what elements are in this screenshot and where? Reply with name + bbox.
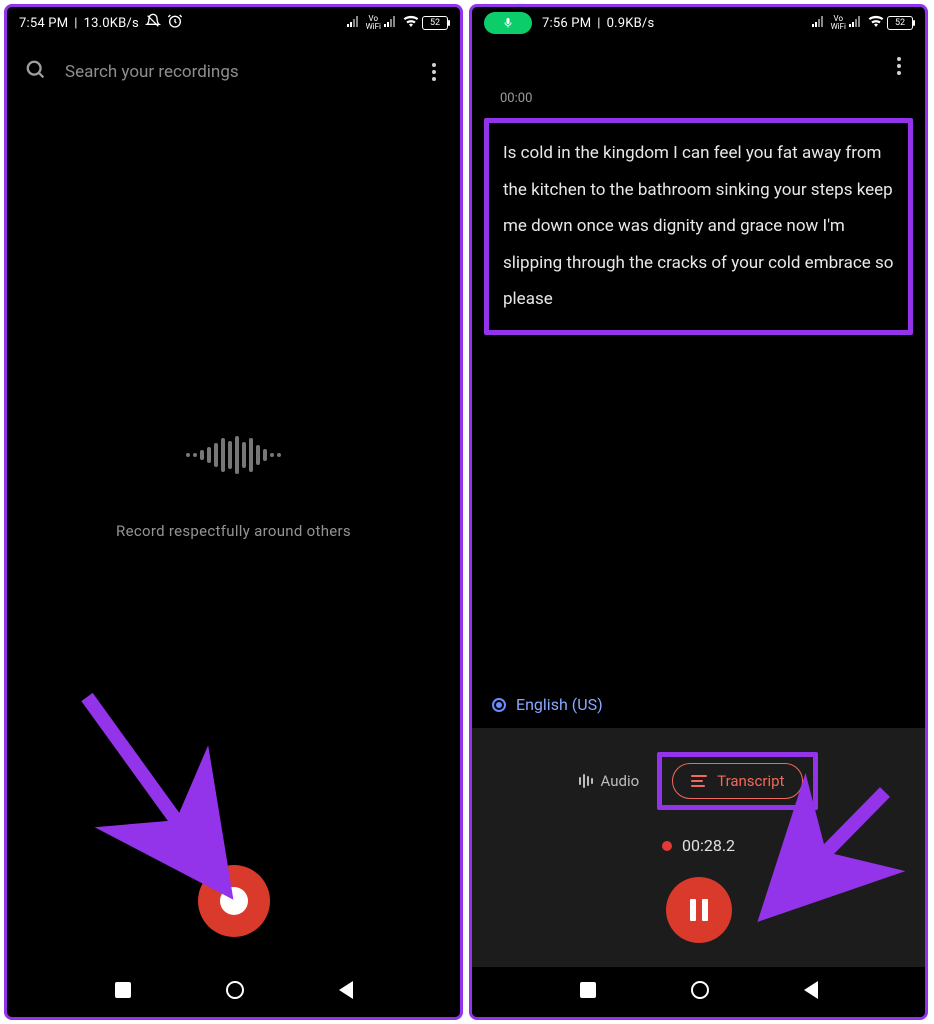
signal2-icon bbox=[384, 15, 400, 31]
vowifi-icon: VoWiFi bbox=[366, 15, 381, 31]
record-button[interactable] bbox=[198, 865, 270, 937]
radio-selected-icon bbox=[492, 698, 506, 712]
dnd-icon bbox=[145, 13, 161, 33]
nav-recents[interactable] bbox=[580, 982, 596, 998]
wifi-icon bbox=[868, 15, 884, 31]
empty-state: Record respectfully around others bbox=[7, 109, 460, 865]
battery-icon: 52 bbox=[887, 16, 913, 30]
status-time: 7:54 PM bbox=[19, 16, 68, 31]
signal-icon bbox=[347, 15, 363, 31]
tab-audio-label: Audio bbox=[601, 772, 640, 790]
tab-transcript-label: Transcript bbox=[717, 772, 784, 790]
nav-home[interactable] bbox=[226, 981, 244, 999]
bottom-panel: Audio Transcript 00:28.2 bbox=[472, 728, 925, 1017]
transcript-lines-icon bbox=[691, 775, 707, 787]
transcript-tab-highlight: Transcript bbox=[657, 752, 818, 810]
more-menu-icon[interactable] bbox=[426, 57, 442, 87]
screen-recording-active: 7:56 PM | 0.9KB/s VoWiFi 52 00:00 Is col… bbox=[469, 4, 928, 1020]
hint-text: Record respectfully around others bbox=[116, 522, 351, 540]
nav-bar bbox=[7, 967, 460, 1017]
transcript-text[interactable]: Is cold in the kingdom I can feel you fa… bbox=[503, 135, 894, 318]
waveform-icon bbox=[186, 434, 281, 476]
transcript-timestamp: 00:00 bbox=[472, 91, 925, 112]
search-input[interactable]: Search your recordings bbox=[65, 62, 408, 82]
signal2-icon bbox=[849, 15, 865, 31]
tab-transcript[interactable]: Transcript bbox=[672, 763, 803, 799]
vowifi-icon: VoWiFi bbox=[831, 15, 846, 31]
more-menu-icon[interactable] bbox=[891, 51, 907, 81]
nav-back[interactable] bbox=[804, 981, 818, 999]
recording-time: 00:28.2 bbox=[682, 836, 735, 855]
search-row: Search your recordings bbox=[7, 35, 460, 109]
status-bar: 7:56 PM | 0.9KB/s VoWiFi 52 bbox=[472, 7, 925, 35]
audio-bars-icon bbox=[579, 774, 593, 788]
language-label: English (US) bbox=[516, 695, 603, 714]
tab-audio[interactable]: Audio bbox=[579, 772, 640, 790]
language-selector[interactable]: English (US) bbox=[472, 681, 925, 728]
nav-recents[interactable] bbox=[115, 982, 131, 998]
battery-icon: 52 bbox=[422, 16, 448, 30]
nav-home[interactable] bbox=[691, 981, 709, 999]
signal-icon bbox=[812, 15, 828, 31]
pause-button[interactable] bbox=[666, 877, 732, 943]
status-time: 7:56 PM bbox=[542, 16, 591, 31]
status-speed: 13.0KB/s bbox=[84, 16, 139, 31]
wifi-icon bbox=[403, 15, 419, 31]
screen-recorder-home: 7:54 PM | 13.0KB/s VoWiFi 52 Search your… bbox=[4, 4, 463, 1020]
nav-bar bbox=[472, 967, 925, 1017]
record-dot-icon bbox=[220, 887, 248, 915]
alarm-icon bbox=[167, 13, 183, 33]
status-bar: 7:54 PM | 13.0KB/s VoWiFi 52 bbox=[7, 7, 460, 35]
transcript-highlight: Is cold in the kingdom I can feel you fa… bbox=[484, 118, 913, 335]
mic-active-icon bbox=[484, 12, 532, 34]
status-speed: 0.9KB/s bbox=[607, 16, 655, 31]
search-icon[interactable] bbox=[25, 59, 47, 85]
recording-time-row: 00:28.2 bbox=[662, 830, 735, 877]
recording-dot-icon bbox=[662, 841, 672, 851]
nav-back[interactable] bbox=[339, 981, 353, 999]
